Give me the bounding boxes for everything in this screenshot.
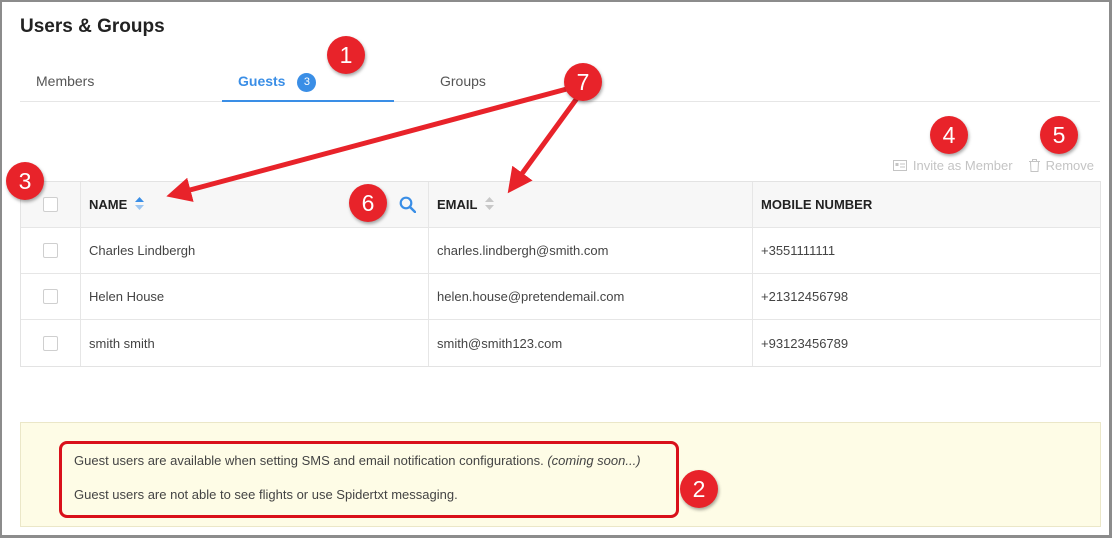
remove-button[interactable]: Remove <box>1028 157 1094 173</box>
tab-members-label: Members <box>36 73 95 89</box>
email-column-label: EMAIL <box>437 197 478 212</box>
search-icon[interactable] <box>399 196 417 216</box>
name-cell: Charles Lindbergh <box>81 228 429 273</box>
annotation-marker-7: 7 <box>564 63 602 101</box>
tab-guests[interactable]: Guests 3 <box>222 60 394 102</box>
guest-info-notice: Guest users are available when setting S… <box>20 422 1101 527</box>
annotation-marker-4: 4 <box>930 116 968 154</box>
notice-line-2: Guest users are not able to see flights … <box>74 487 458 502</box>
guest-count-badge: 3 <box>297 73 317 92</box>
name-cell: Helen House <box>81 274 429 319</box>
notice-line-1: Guest users are available when setting S… <box>74 453 641 468</box>
invite-as-member-button[interactable]: Invite as Member <box>892 157 1013 173</box>
mobile-cell: +3551111111 <box>761 243 836 258</box>
sort-icon[interactable] <box>135 196 145 213</box>
coming-soon-note: (coming soon...) <box>547 453 641 468</box>
tab-guests-label: Guests <box>238 73 286 89</box>
invite-as-member-label: Invite as Member <box>912 157 1013 173</box>
name-cell: smith smith <box>81 320 429 366</box>
email-cell: smith@smith123.com <box>429 320 753 366</box>
guests-table: NAME EMAIL MOBILE NUMBER Charles Lindber… <box>20 181 1101 367</box>
table-header-row: NAME EMAIL MOBILE NUMBER <box>21 182 1100 228</box>
email-column-header[interactable]: EMAIL <box>429 182 753 227</box>
page-title: Users & Groups <box>20 16 165 37</box>
email-cell: helen.house@pretendemail.com <box>429 274 753 319</box>
row-checkbox[interactable] <box>43 289 58 304</box>
table-row[interactable]: Charles Lindbergh charles.lindbergh@smit… <box>21 228 1100 274</box>
row-check-cell <box>21 228 81 273</box>
sort-icon[interactable] <box>485 196 495 213</box>
mobile-cell: +21312456798 <box>761 289 849 304</box>
id-card-icon <box>892 159 907 171</box>
row-check-cell <box>21 274 81 319</box>
name-column-label: NAME <box>89 197 128 212</box>
remove-label: Remove <box>1045 157 1094 173</box>
tab-members[interactable]: Members <box>36 60 94 102</box>
tab-groups-label: Groups <box>440 73 486 89</box>
tab-groups[interactable]: Groups <box>440 60 486 102</box>
trash-icon <box>1028 158 1040 172</box>
annotation-marker-3: 3 <box>6 162 44 200</box>
row-check-cell <box>21 320 81 366</box>
select-all-checkbox[interactable] <box>43 197 58 212</box>
notice-text-1: Guest users are available when setting S… <box>74 453 544 468</box>
toolbar-actions: Invite as Member Remove <box>892 156 1094 174</box>
row-checkbox[interactable] <box>43 335 58 351</box>
annotation-marker-5: 5 <box>1040 116 1078 154</box>
annotation-arrow-to-name <box>166 83 579 202</box>
table-row[interactable]: Helen House helen.house@pretendemail.com… <box>21 274 1100 320</box>
annotation-marker-1: 1 <box>327 36 365 74</box>
mobile-column-label: MOBILE NUMBER <box>761 197 873 212</box>
row-checkbox[interactable] <box>43 243 58 258</box>
tab-bar: Members Guests 3 Groups <box>20 60 1100 102</box>
mobile-cell: +93123456789 <box>761 335 849 351</box>
annotation-marker-6: 6 <box>349 184 387 222</box>
table-row[interactable]: smith smith smith@smith123.com +93123456… <box>21 320 1100 366</box>
mobile-column-header: MOBILE NUMBER <box>753 182 1100 227</box>
annotation-arrow-to-email <box>507 88 586 194</box>
annotation-marker-2: 2 <box>680 470 718 508</box>
email-cell: charles.lindbergh@smith.com <box>429 228 753 273</box>
